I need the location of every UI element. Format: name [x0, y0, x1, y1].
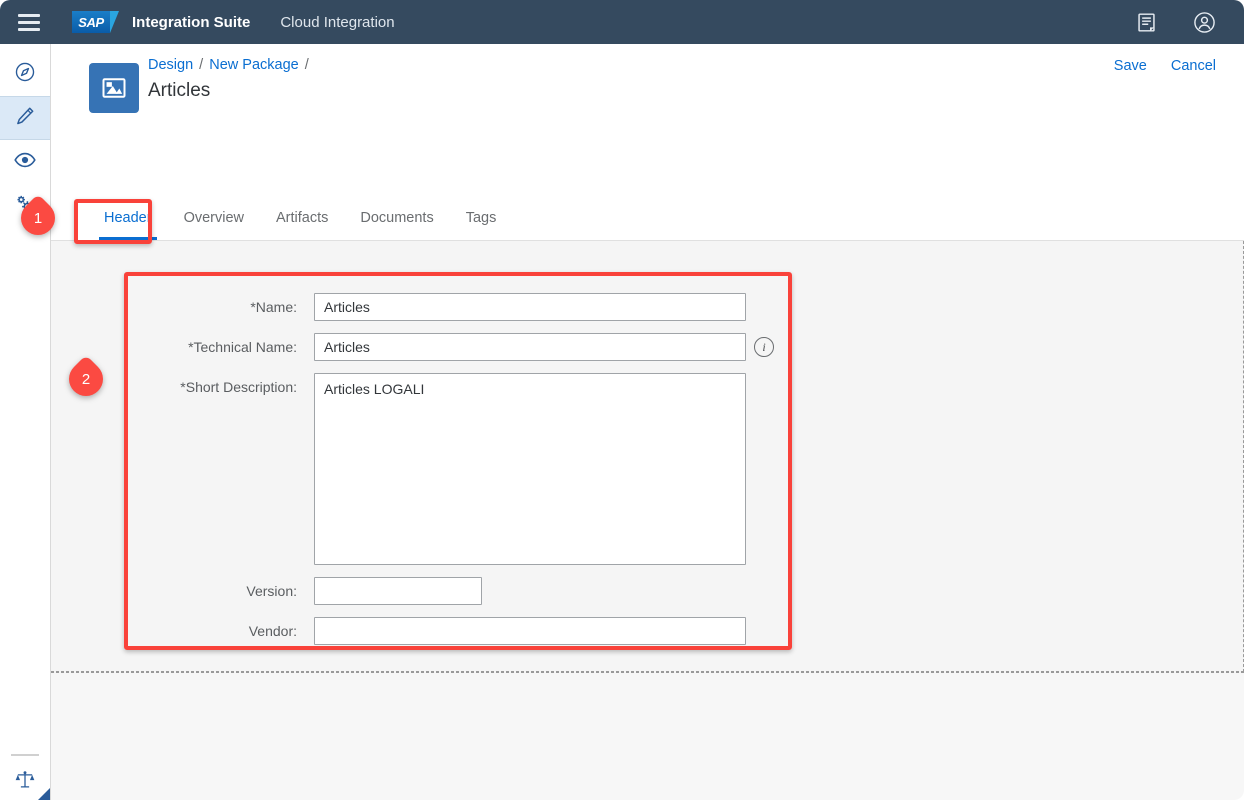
notes-icon[interactable]: [1134, 10, 1158, 34]
service-title[interactable]: Cloud Integration: [280, 14, 394, 31]
shell-bar: SAP Integration Suite Cloud Integration: [0, 0, 1244, 44]
save-button[interactable]: Save: [1114, 58, 1147, 74]
tab-overview[interactable]: Overview: [168, 196, 260, 240]
tab-documents[interactable]: Documents: [344, 196, 449, 240]
vendor-label: Vendor:: [248, 623, 297, 639]
tab-bar: Header Overview Artifacts Documents Tags: [51, 196, 1244, 241]
breadcrumb: Design / New Package /: [148, 57, 311, 73]
page-title: Articles: [148, 80, 211, 101]
sidebar-item-discover[interactable]: [0, 52, 50, 96]
design-pencil-icon: [14, 105, 36, 132]
sidebar-item-settings[interactable]: [0, 184, 50, 228]
name-input[interactable]: [314, 293, 746, 321]
package-image-icon: [89, 63, 139, 113]
page-header-actions: Save Cancel: [1114, 58, 1216, 74]
technical-name-input[interactable]: [314, 333, 746, 361]
cancel-button[interactable]: Cancel: [1171, 58, 1216, 74]
legal-scales-icon: [14, 769, 36, 796]
hamburger-menu-icon[interactable]: [18, 13, 40, 31]
tab-tags[interactable]: Tags: [450, 196, 513, 240]
header-form-panel: *Name: *Technical Name: i *Short Descrip…: [51, 241, 1244, 673]
package-header-form: *Name: *Technical Name: i *Short Descrip…: [126, 293, 816, 657]
side-navigation-rail: [0, 44, 51, 800]
content-area: *Name: *Technical Name: i *Short Descrip…: [51, 241, 1244, 800]
sidebar-item-design[interactable]: [0, 96, 50, 140]
corner-fold-decoration: [38, 788, 50, 800]
discover-icon: [14, 61, 36, 88]
object-page-header: Design / New Package / Articles Save Can…: [51, 44, 1244, 196]
breadcrumb-separator-1: /: [199, 57, 204, 73]
form-row-short-description: *Short Description:: [126, 373, 816, 565]
rail-divider: [11, 754, 39, 756]
form-row-name: *Name:: [126, 293, 816, 321]
app-window: SAP Integration Suite Cloud Integration: [0, 0, 1244, 800]
product-title: Integration Suite: [132, 13, 251, 31]
breadcrumb-separator-2: /: [304, 57, 309, 73]
short-description-textarea[interactable]: [314, 373, 746, 565]
sap-logo-text: SAP: [78, 14, 104, 30]
info-icon[interactable]: i: [754, 337, 774, 357]
sidebar-item-monitor[interactable]: [0, 140, 50, 184]
vendor-input[interactable]: [314, 617, 746, 645]
breadcrumb-item-new-package[interactable]: New Package: [209, 57, 298, 73]
settings-gear-icon: [13, 192, 37, 221]
user-avatar-icon[interactable]: [1192, 10, 1216, 34]
version-input[interactable]: [314, 577, 482, 605]
form-row-vendor: Vendor:: [126, 617, 816, 645]
short-description-label: *Short Description:: [180, 379, 297, 395]
monitor-eye-icon: [13, 148, 37, 177]
sap-logo[interactable]: SAP: [72, 11, 119, 33]
tab-artifacts[interactable]: Artifacts: [260, 196, 344, 240]
version-label: Version:: [246, 583, 297, 599]
name-label: *Name:: [250, 299, 297, 315]
form-row-version: Version:: [126, 577, 816, 605]
shell-bar-actions: [1134, 10, 1228, 34]
tab-header[interactable]: Header: [88, 196, 168, 240]
form-row-technical-name: *Technical Name: i: [126, 333, 816, 361]
breadcrumb-item-design[interactable]: Design: [148, 57, 193, 73]
technical-name-label: *Technical Name:: [188, 339, 297, 355]
side-rail-footer: [0, 754, 50, 800]
